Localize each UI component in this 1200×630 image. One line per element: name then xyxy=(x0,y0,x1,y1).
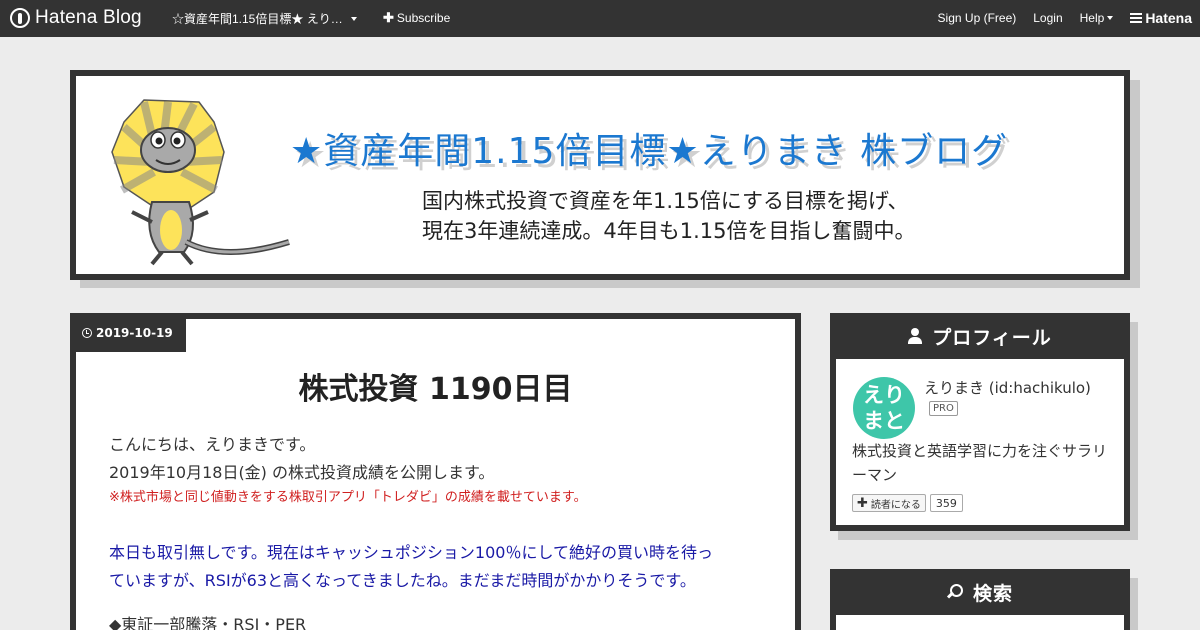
clock-icon xyxy=(82,327,92,338)
help-menu[interactable]: Help xyxy=(1080,11,1114,25)
signup-link[interactable]: Sign Up (Free) xyxy=(938,11,1017,25)
pro-badge: PRO xyxy=(929,401,958,416)
entry-note: ※株式市場と同じ値動きをする株取引アプリ「トレダビ」の成績を載せています。 xyxy=(109,490,587,505)
avatar[interactable]: えり まと xyxy=(853,377,915,439)
entry-title[interactable]: 株式投資 1190日目 xyxy=(76,364,795,408)
blog-selector[interactable]: ☆資産年間1.15倍目標★ えり… xyxy=(172,10,357,27)
hatena-link[interactable]: Hatena xyxy=(1130,10,1192,26)
hatena-blog-logo[interactable]: Hatena Blog xyxy=(10,6,142,30)
login-link[interactable]: Login xyxy=(1033,11,1062,25)
top-navbar: Hatena Blog ☆資産年間1.15倍目標★ えり… ✚ Subscrib… xyxy=(0,0,1200,37)
frilled-lizard-mascot-icon xyxy=(111,99,290,266)
article-entry: 2019-10-19 株式投資 1190日目 こんにちは、えりまきです。 201… xyxy=(70,313,801,630)
plus-icon: ✚ xyxy=(383,10,394,25)
blog-selector-label: ☆資産年間1.15倍目標★ えり… xyxy=(172,12,343,26)
person-icon xyxy=(908,328,923,344)
hatena-label: Hatena xyxy=(1145,10,1192,26)
entry-paragraph-blue-line: ていますが、RSIが63と高くなってきましたね。まだまだ時間がかかりそうです。 xyxy=(109,571,696,590)
blog-description: 国内株式投資で資産を年1.15倍にする目標を掲げ、 現在3年連続達成。4年目も1… xyxy=(422,186,915,246)
nav-right: Sign Up (Free) Login Help Hatena xyxy=(921,10,1192,26)
plus-icon: ✚ xyxy=(857,495,868,511)
hatena-logo-icon xyxy=(10,8,30,28)
become-reader-label: 読者になる xyxy=(870,499,921,511)
blog-header-banner[interactable]: ★資産年間1.15倍目標★えりまき 株ブログ 国内株式投資で資産を年1.15倍に… xyxy=(70,70,1130,280)
profile-title-text: プロフィール xyxy=(932,326,1052,349)
entry-paragraph-blue-line: 本日も取引無しです。現在はキャッシュポジション100％にして絶好の買い時を待っ xyxy=(109,543,713,562)
avatar-text: えり xyxy=(863,383,905,407)
reader-count: 359 xyxy=(929,494,963,512)
entry-paragraph: 2019年10月18日(金) の株式投資成績を公開します。 xyxy=(109,463,495,482)
entry-date-text: 2019-10-19 xyxy=(96,325,173,340)
chevron-down-icon xyxy=(350,16,357,21)
profile-module-body: えり まと えりまき (id:hachikulo) PRO 株式投資と英語学習に… xyxy=(836,359,1124,525)
search-module-body xyxy=(836,615,1124,630)
avatar-text: まと xyxy=(863,409,905,433)
become-reader-button[interactable]: ✚ 読者になる xyxy=(852,494,926,512)
profile-description: 株式投資と英語学習に力を注ぐサラリーマン xyxy=(852,442,1108,484)
search-icon xyxy=(947,584,963,600)
entry-paragraph: こんにちは、えりまきです。 xyxy=(109,435,316,454)
logo-text: Hatena Blog xyxy=(35,7,142,28)
hatena-icon xyxy=(1130,13,1143,23)
profile-module: プロフィール えり まと えりまき (id:hachikulo) PRO 株式投… xyxy=(830,313,1130,531)
blog-description-line: 国内株式投資で資産を年1.15倍にする目標を掲げ、 xyxy=(422,189,909,213)
entry-content: こんにちは、えりまきです。 2019年10月18日(金) の株式投資成績を公開し… xyxy=(109,431,759,630)
help-label: Help xyxy=(1079,11,1105,25)
profile-name[interactable]: えりまき (id:hachikulo) xyxy=(924,377,1091,398)
subscribe-label: Subscribe xyxy=(396,11,451,25)
blog-title[interactable]: ★資産年間1.15倍目標★えりまき 株ブログ xyxy=(290,122,1008,174)
entry-subheading: ◆東証一部騰落・RSI・PER xyxy=(109,615,307,630)
entry-paragraph-blue: 本日も取引無しです。現在はキャッシュポジション100％にして絶好の買い時を待っ … xyxy=(109,539,759,595)
entry-date[interactable]: 2019-10-19 xyxy=(70,313,186,352)
search-title-text: 検索 xyxy=(972,582,1013,605)
profile-module-title: プロフィール xyxy=(830,313,1130,359)
blog-description-line: 現在3年連続達成。4年目も1.15倍を目指し奮闘中。 xyxy=(422,219,916,243)
subscribe-button[interactable]: ✚ Subscribe xyxy=(383,10,450,26)
reader-subscribe: ✚ 読者になる 359 xyxy=(852,494,963,512)
search-module: 検索 xyxy=(830,569,1130,630)
chevron-down-icon xyxy=(1107,16,1114,20)
search-module-title: 検索 xyxy=(830,569,1130,615)
